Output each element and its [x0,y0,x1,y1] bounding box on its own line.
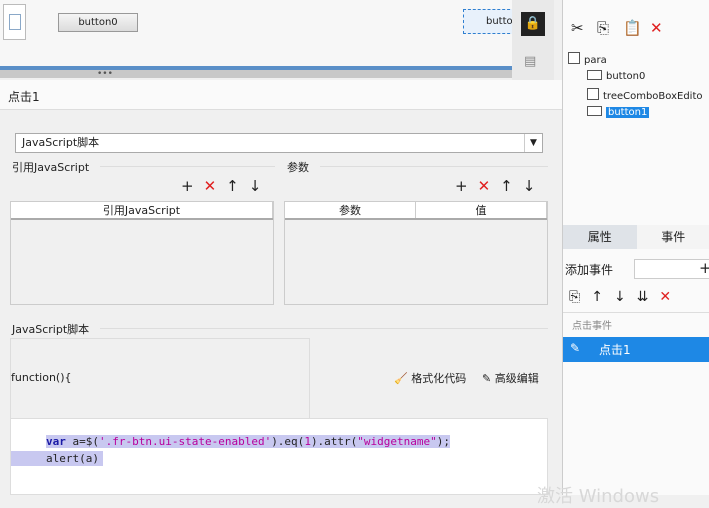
delete-icon[interactable]: ✕ [478,177,501,195]
function-header: function(){ [10,338,310,420]
chevron-down-icon[interactable]: ▼ [524,134,542,152]
right-panel: ✂ ⎘ 📋 ✕ para button0 treeComboBoxEdito b… [562,0,709,495]
param-toolbar: +✕↑↓ [455,177,545,195]
code-editor[interactable]: var a=$('.fr-btn.ui-state-enabled').eq(1… [10,418,548,495]
paste-icon[interactable]: 📋 [623,19,642,37]
arrow-up-icon[interactable]: ↑ [500,177,523,195]
param-column-header: 参数 [285,202,416,218]
add-icon[interactable]: + [455,177,478,195]
add-event-label: 添加事件 [565,261,613,278]
param-group-label: 参数 [287,159,309,175]
tree-item-treecombo[interactable]: treeComboBoxEdito [587,88,703,102]
delete-icon[interactable]: ✕ [650,19,663,37]
event-item[interactable]: ✎ 点击1 [563,337,709,362]
drag-grip-icon[interactable]: ••• [97,69,113,79]
move-bottom-icon[interactable]: ⇊ [637,289,660,305]
arrow-up-icon[interactable]: ↑ [226,177,249,195]
click-event-header: 点击事件 [563,312,709,336]
panel-tabs: 属性 事件 [563,225,709,249]
cut-icon[interactable]: ✂ [571,19,584,37]
arrow-down-icon[interactable]: ↓ [614,289,637,305]
divider [100,328,548,329]
code-line-2: alert(a) [11,451,103,466]
divider [100,166,275,167]
ref-toolbar: +✕↑↓ [181,177,271,195]
tab-properties[interactable]: 属性 [563,225,637,249]
event-toolbar: ⎘↑↓⇊✕ [569,289,682,305]
arrow-up-icon[interactable]: ↑ [591,289,614,305]
copy-icon[interactable]: ⎘ [597,19,609,37]
format-code-button[interactable]: 🧹 格式化代码 [394,370,466,386]
script-group-label: JavaScript脚本 [12,321,89,337]
tool-column: 🔒 ▤ [512,0,554,80]
ref-group-label: 引用JavaScript [12,159,89,175]
tree-root[interactable]: para [568,52,607,66]
delete-icon[interactable]: ✕ [204,177,227,195]
layers-icon[interactable]: ▤ [524,54,536,69]
design-canvas[interactable]: button0 butto [0,0,512,66]
button-icon [587,70,602,80]
arrow-down-icon[interactable]: ↓ [249,177,272,195]
delete-icon[interactable]: ✕ [659,289,682,305]
value-column-header: 值 [416,202,547,218]
add-event-input[interactable] [634,259,709,279]
treecombo-icon [587,88,599,100]
param-table[interactable]: 参数 值 [284,201,548,305]
copy-icon[interactable]: ⎘ [569,289,591,305]
form-icon [568,52,580,64]
lock-icon[interactable]: 🔒 [521,12,545,36]
dialog-title: 点击1 [0,80,562,110]
tree-item-button0[interactable]: button0 [587,70,645,82]
edit-icon: ✎ [482,372,491,385]
advanced-edit-button[interactable]: ✎ 高级编辑 [482,370,539,386]
type-select[interactable]: JavaScript脚本 ▼ [15,133,543,153]
tree-widget-icon[interactable] [3,4,26,40]
broom-icon: 🧹 [394,372,408,385]
ref-table[interactable]: 引用JavaScript [10,201,274,305]
tree-item-button1[interactable]: button1 [587,106,649,118]
canvas-button0[interactable]: button0 [58,13,138,32]
tab-events[interactable]: 事件 [637,225,709,249]
add-icon[interactable]: + [181,177,204,195]
canvas-button1[interactable]: butto [463,9,515,34]
pencil-icon: ✎ [570,341,580,355]
add-icon[interactable]: + [699,259,709,277]
divider [320,166,548,167]
arrow-down-icon[interactable]: ↓ [523,177,546,195]
activation-watermark: 激活 Windows [537,482,659,508]
code-line-1: var a=$('.fr-btn.ui-state-enabled').eq(1… [46,434,450,449]
button-icon [587,106,602,116]
splitter-bar[interactable]: ••• [0,66,512,78]
ref-table-header: 引用JavaScript [11,202,273,218]
